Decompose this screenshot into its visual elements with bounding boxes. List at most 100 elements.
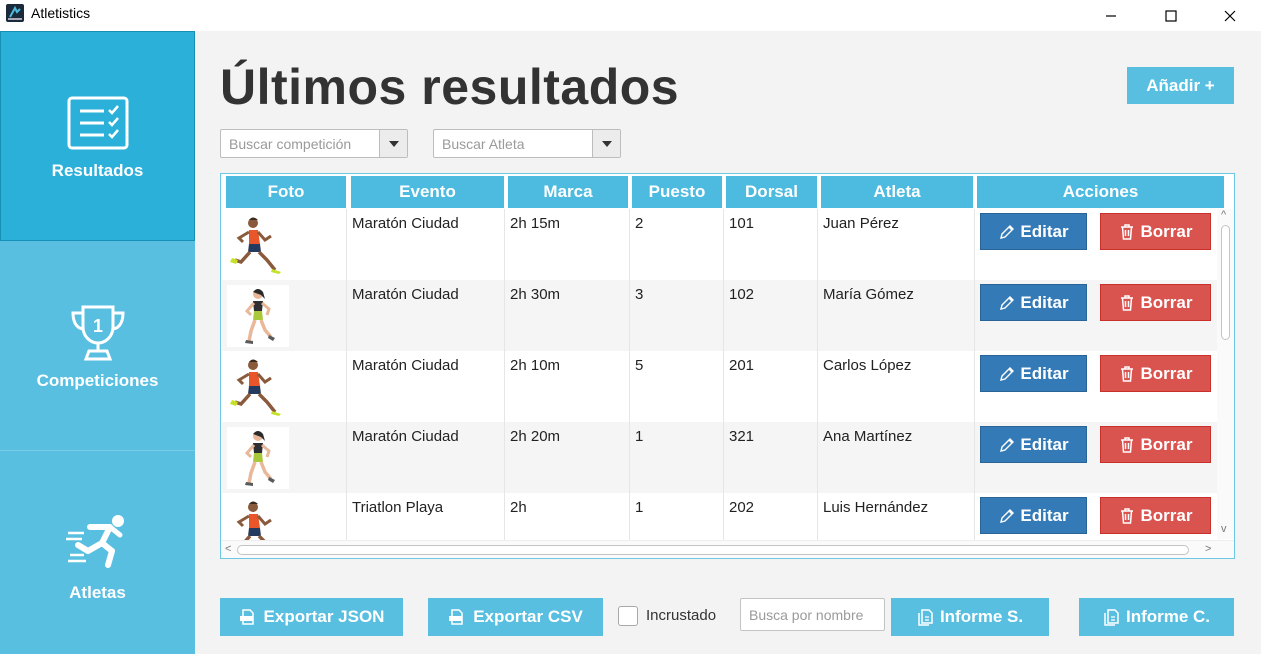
report-s-label: Informe S. (939, 607, 1024, 626)
actions-cell: Editar Borrar (975, 280, 1217, 351)
marca-cell: 2h 30m (505, 280, 630, 351)
female-runner-photo (227, 427, 289, 489)
horizontal-scroll-thumb[interactable] (237, 545, 1189, 555)
edit-label: Editar (1020, 221, 1069, 241)
trash-icon (1120, 507, 1133, 524)
delete-label: Borrar (1140, 363, 1193, 383)
embedded-checkbox[interactable] (618, 606, 638, 626)
report-s-button[interactable]: Informe S. (891, 598, 1049, 636)
trash-icon (1120, 365, 1133, 382)
dorsal-cell: 321 (724, 422, 818, 493)
embedded-label: Incrustado (646, 607, 717, 624)
scroll-left-icon[interactable]: < (225, 543, 231, 555)
actions-cell: Editar Borrar (975, 422, 1217, 493)
delete-button[interactable]: Borrar (1100, 497, 1211, 534)
document-icon (918, 609, 933, 626)
table-row[interactable]: Maratón Ciudad 2h 15m 2 101 Juan Pérez E… (222, 209, 1217, 280)
vertical-scroll-thumb[interactable] (1221, 225, 1230, 340)
actions-cell: Editar Borrar (975, 351, 1217, 422)
maximize-icon (1165, 9, 1177, 22)
pencil-icon (1000, 437, 1015, 452)
photo-cell (222, 422, 347, 493)
edit-label: Editar (1020, 292, 1069, 312)
column-header-marca[interactable]: Marca (508, 176, 628, 208)
close-button[interactable] (1200, 0, 1260, 31)
pencil-icon (1000, 295, 1015, 310)
male-runner-photo (230, 217, 281, 274)
json-file-icon (239, 609, 254, 625)
sidebar-item-atletas[interactable]: Atletas (0, 451, 195, 654)
photo-cell (222, 209, 347, 280)
atleta-cell: Juan Pérez (818, 209, 975, 280)
edit-label: Editar (1020, 363, 1069, 383)
competition-search-combo[interactable]: Buscar competición (220, 129, 408, 158)
delete-label: Borrar (1140, 221, 1193, 241)
edit-button[interactable]: Editar (980, 426, 1087, 463)
close-icon (1224, 10, 1236, 21)
evento-cell: Maratón Ciudad (347, 422, 505, 493)
report-c-button[interactable]: Informe C. (1079, 598, 1234, 636)
column-header-dorsal[interactable]: Dorsal (726, 176, 817, 208)
delete-button[interactable]: Borrar (1100, 426, 1211, 463)
pencil-icon (1000, 224, 1015, 239)
column-header-atleta[interactable]: Atleta (821, 176, 973, 208)
add-button[interactable]: Añadir + (1127, 67, 1234, 104)
name-search-placeholder: Busca por nombre (749, 607, 864, 623)
table-header: Foto Evento Marca Puesto Dorsal Atleta A… (221, 174, 1234, 209)
puesto-cell: 3 (630, 280, 724, 351)
export-json-button[interactable]: Exportar JSON (220, 598, 403, 636)
scroll-down-icon[interactable]: v (1221, 523, 1227, 535)
athlete-search-combo[interactable]: Buscar Atleta (433, 129, 621, 158)
delete-button[interactable]: Borrar (1100, 284, 1211, 321)
atleta-cell: Carlos López (818, 351, 975, 422)
column-header-puesto[interactable]: Puesto (632, 176, 722, 208)
edit-button[interactable]: Editar (980, 497, 1087, 534)
scroll-right-icon[interactable]: > (1205, 543, 1211, 555)
atleta-cell: María Gómez (818, 280, 975, 351)
delete-button[interactable]: Borrar (1100, 213, 1211, 250)
sidebar-item-resultados[interactable]: Resultados (0, 31, 195, 241)
runner-icon (65, 515, 124, 568)
trash-icon (1120, 294, 1133, 311)
column-header-acciones[interactable]: Acciones (977, 176, 1224, 208)
dorsal-cell: 101 (724, 209, 818, 280)
horizontal-scrollbar[interactable]: < > (221, 540, 1234, 558)
sidebar-item-label: Atletas (69, 583, 126, 602)
athlete-search-placeholder: Buscar Atleta (442, 136, 525, 152)
table-row[interactable]: Maratón Ciudad 2h 20m 1 321 Ana Martínez… (222, 422, 1217, 493)
chevron-down-icon[interactable] (592, 130, 620, 157)
dorsal-cell: 201 (724, 351, 818, 422)
maximize-button[interactable] (1141, 0, 1201, 31)
scroll-up-icon[interactable]: ^ (1221, 209, 1226, 221)
title-bar: Atletistics (0, 0, 1261, 31)
puesto-cell: 2 (630, 209, 724, 280)
edit-button[interactable]: Editar (980, 355, 1087, 392)
marca-cell: 2h 15m (505, 209, 630, 280)
trash-icon (1120, 223, 1133, 240)
competition-search-placeholder: Buscar competición (229, 136, 352, 152)
edit-label: Editar (1020, 505, 1069, 525)
male-runner-photo (230, 359, 281, 416)
edit-button[interactable]: Editar (980, 284, 1087, 321)
csv-file-icon (449, 609, 463, 625)
evento-cell: Maratón Ciudad (347, 209, 505, 280)
name-search-input[interactable]: Busca por nombre (740, 598, 885, 631)
minimize-icon (1106, 14, 1116, 17)
edit-button[interactable]: Editar (980, 213, 1087, 250)
sidebar: Resultados 1 Competiciones Atletas (0, 31, 195, 654)
export-csv-button[interactable]: Exportar CSV (428, 598, 603, 636)
column-header-evento[interactable]: Evento (351, 176, 504, 208)
chevron-down-icon[interactable] (379, 130, 407, 157)
sidebar-item-competiciones[interactable]: 1 Competiciones (0, 241, 195, 451)
puesto-cell: 1 (630, 422, 724, 493)
export-json-label: Exportar JSON (263, 607, 385, 626)
delete-button[interactable]: Borrar (1100, 355, 1211, 392)
checklist-icon (67, 96, 128, 150)
photo-cell (222, 280, 347, 351)
column-header-foto[interactable]: Foto (226, 176, 346, 208)
table-row[interactable]: Maratón Ciudad 2h 30m 3 102 María Gómez … (222, 280, 1217, 351)
table-row[interactable]: Maratón Ciudad 2h 10m 5 201 Carlos López… (222, 351, 1217, 422)
vertical-scrollbar[interactable]: ^ v (1217, 209, 1234, 539)
puesto-cell: 5 (630, 351, 724, 422)
minimize-button[interactable] (1081, 0, 1141, 31)
